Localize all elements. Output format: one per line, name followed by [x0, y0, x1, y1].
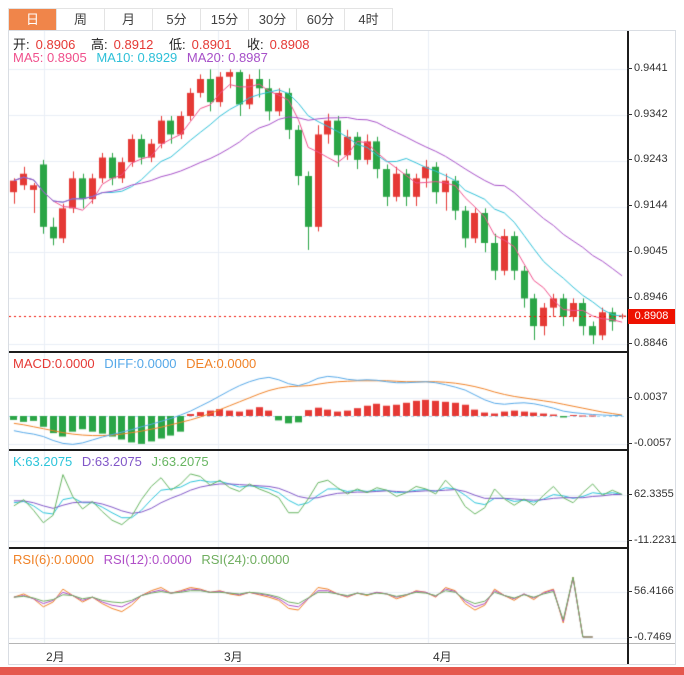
tab-weekly[interactable]: 周 — [57, 9, 105, 31]
period-toolbar: 日 周 月 5分 15分 30分 60分 4时 — [8, 8, 393, 32]
tab-monthly[interactable]: 月 — [105, 9, 153, 31]
tab-30min[interactable]: 30分 — [249, 9, 297, 31]
y-tick-label: -11.2231 — [627, 534, 677, 546]
bottom-accent-bar — [0, 667, 684, 675]
y-tick-label: 0.9342 — [627, 108, 675, 120]
y-tick-label: -0.0057 — [627, 437, 675, 449]
panel-separator — [9, 547, 627, 549]
current-price-badge: 0.8908 — [628, 309, 675, 324]
y-tick-label: 0.8946 — [627, 291, 675, 303]
tab-15min[interactable]: 15分 — [201, 9, 249, 31]
ma20-value: MA20: 0.8987 — [186, 50, 268, 65]
y-tick-label: 56.4166 — [627, 585, 674, 597]
y-tick-label: -0.7469 — [627, 631, 675, 643]
ma10-value: MA10: 0.8929 — [96, 50, 178, 65]
tab-60min[interactable]: 60分 — [297, 9, 345, 31]
x-axis: 2月 3月 4月 — [9, 643, 675, 665]
x-tick-label: 2月 — [46, 650, 65, 664]
y-tick-label: 0.9441 — [627, 62, 675, 74]
x-tick-label: 4月 — [433, 650, 452, 664]
y-tick-label: 0.9243 — [627, 153, 675, 165]
y-axis-line — [627, 31, 629, 664]
panel-separator — [9, 351, 627, 353]
candlestick-canvas[interactable] — [9, 31, 627, 352]
d-value: D:63.2075 — [81, 454, 142, 469]
rsi24-value: RSI(24):0.0000 — [201, 552, 290, 567]
forex-chart-widget: 日 周 月 5分 15分 30分 60分 4时 开: 0.8906 高: 0.891… — [0, 0, 684, 675]
panel-separator — [9, 449, 627, 451]
y-tick-label: 0.9144 — [627, 199, 675, 211]
tab-daily[interactable]: 日 — [9, 9, 57, 31]
y-tick-label: 0.8846 — [627, 337, 675, 349]
kdj-header: K:63.2075 D:63.2075 J:63.2075 — [13, 454, 215, 469]
diff-value: DIFF:0.0000 — [104, 356, 177, 371]
rsi-header: RSI(6):0.0000 RSI(12):0.0000 RSI(24):0.0… — [13, 552, 296, 567]
y-tick-label: 0.9045 — [627, 245, 675, 257]
ma-header: MA5: 0.8905 MA10: 0.8929 MA20: 0.8987 — [13, 50, 274, 65]
y-tick-label: 62.3355 — [627, 488, 674, 500]
chart-area: 开: 0.8906 高: 0.8912 低: 0.8901 收: 0.8908 MA5:… — [8, 30, 677, 665]
macd-header: MACD:0.0000 DIFF:0.0000 DEA:0.0000 — [13, 356, 262, 371]
close-value: 0.8908 — [269, 37, 310, 52]
dea-value: DEA:0.0000 — [186, 356, 257, 371]
ma5-value: MA5: 0.8905 — [13, 50, 87, 65]
x-tick-label: 3月 — [224, 650, 243, 664]
tab-4hour[interactable]: 4时 — [345, 9, 392, 31]
tab-5min[interactable]: 5分 — [153, 9, 201, 31]
y-tick-label: 0.0037 — [627, 391, 675, 403]
j-value: J:63.2075 — [151, 454, 209, 469]
k-value: K:63.2075 — [13, 454, 73, 469]
macd-value: MACD:0.0000 — [13, 356, 95, 371]
rsi12-value: RSI(12):0.0000 — [103, 552, 192, 567]
rsi6-value: RSI(6):0.0000 — [13, 552, 94, 567]
